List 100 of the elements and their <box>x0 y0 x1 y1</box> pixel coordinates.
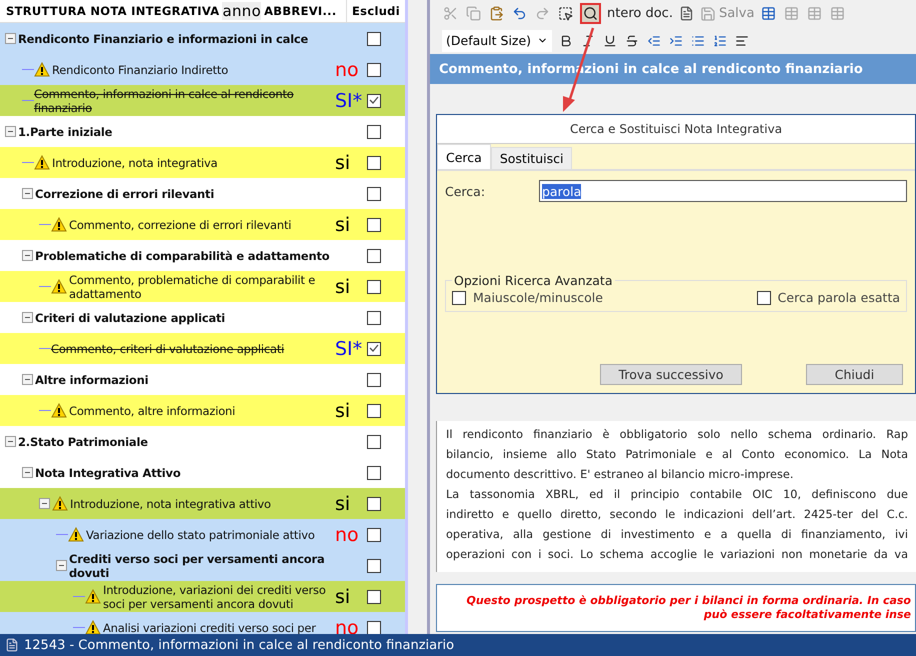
tree-row[interactable]: Introduzione, nota integrativa attivo si <box>0 488 405 519</box>
column-header: STRUTTURA NOTA INTEGRATIVA <box>5 4 220 18</box>
tree-item-label: Commento, altre informazioni <box>69 404 236 418</box>
font-size-dropdown[interactable]: (Default Size) <box>442 30 552 52</box>
document-text: operativa, alla gestione di investimento e a quella di finanziamento, ivi <box>446 527 908 543</box>
exclude-checkbox[interactable] <box>367 372 381 386</box>
tree-item-label: Nota Integrativa Attivo <box>35 466 182 480</box>
exclude-checkbox[interactable] <box>367 186 381 200</box>
tree-row[interactable]: Commento, altre informazioni si <box>0 395 405 426</box>
exclude-checkbox[interactable] <box>367 496 381 510</box>
tree-row[interactable]: Crediti verso soci per versamenti ancora dovuti <box>0 550 405 581</box>
collapse-icon[interactable] <box>5 436 16 447</box>
collapse-icon[interactable] <box>5 33 16 44</box>
collapse-icon[interactable] <box>39 498 50 509</box>
tab[interactable]: Cerca <box>437 144 491 169</box>
exclude-checkbox[interactable] <box>367 342 381 356</box>
dialog-button[interactable]: Trova successivo <box>600 364 742 385</box>
tree-item-label: Rendiconto Finanziario e informazioni in calce <box>18 32 310 46</box>
table-icon[interactable] <box>760 5 778 22</box>
tree-item-label: Commento, informazioni in calce al rendiconto finanziario <box>34 86 295 114</box>
column-header: Escludi <box>346 0 405 22</box>
search-field[interactable]: parola <box>539 180 907 202</box>
tree-row[interactable]: Commento, correzione di errori rilevanti si <box>0 209 405 240</box>
search-icon[interactable] <box>580 3 601 24</box>
exclude-checkbox[interactable] <box>367 404 381 418</box>
status-label: SI* <box>335 90 364 112</box>
exclude-checkbox[interactable] <box>367 620 381 634</box>
collapse-icon[interactable] <box>22 467 33 478</box>
option-label: Cerca parola esatta <box>778 290 900 305</box>
collapse-icon[interactable] <box>22 312 33 323</box>
warning-icon <box>51 217 67 232</box>
warning-icon <box>34 155 50 170</box>
tree-item-label: Altre informazioni <box>35 372 150 386</box>
exclude-checkbox[interactable] <box>367 528 381 542</box>
status-label: no <box>335 524 360 546</box>
status-label: SI* <box>335 338 364 360</box>
tree-item-label: Variazione dello stato patrimoniale attivo <box>86 528 316 542</box>
whole-document-button[interactable]: ntero doc. <box>607 6 673 21</box>
undo-icon[interactable] <box>511 5 528 22</box>
status-text: 12543 - Commento, informazioni in calce al rendiconto finanziario <box>24 638 454 652</box>
option-checkbox[interactable] <box>452 290 466 304</box>
exclude-checkbox[interactable] <box>367 434 381 448</box>
tooltip: anno <box>222 2 262 20</box>
tree-row[interactable]: Variazione dello stato patrimoniale attivo no <box>0 519 405 550</box>
exclude-checkbox[interactable] <box>367 156 381 170</box>
exclude-checkbox[interactable] <box>367 280 381 294</box>
tree-item-label: Analisi variazioni crediti verso soci per <box>103 620 317 634</box>
collapse-icon[interactable] <box>22 374 33 385</box>
notice-text: può essere facoltativamente inse <box>702 608 912 622</box>
tree-item-label: Crediti verso soci per versamenti ancora dovuti <box>69 552 326 580</box>
exclude-checkbox[interactable] <box>367 466 381 480</box>
tree-row[interactable]: Commento, criteri di valutazione applicati SI* <box>0 333 405 364</box>
tree-row[interactable]: Introduzione, variazioni dei crediti verso soci per versamenti ancora dovuti si <box>0 581 405 612</box>
document-text: La tassonomia XBRL, ed il principio contabile OIC 10, definiscono due <box>446 487 908 503</box>
dialog-button[interactable]: Chiudi <box>806 364 903 385</box>
tree-row[interactable]: Analisi variazioni crediti verso soci per no <box>0 612 405 634</box>
save-icon <box>700 6 716 22</box>
document-text: indiretto e quello diretto, secondo le indicazioni dell’art. 2425-ter del C.c. <box>446 507 908 523</box>
exclude-checkbox[interactable] <box>367 248 381 262</box>
warning-icon <box>85 589 101 604</box>
collapse-icon[interactable] <box>22 250 33 261</box>
collapse-icon[interactable] <box>5 126 16 137</box>
select-icon[interactable] <box>557 5 574 22</box>
collapse-icon[interactable] <box>22 188 33 199</box>
dialog-title: Cerca e Sostituisci Nota Integrativa <box>437 115 915 144</box>
tree-item-label: Introduzione, nota integrativa attivo <box>70 496 272 510</box>
tree-item-label: 1.Parte iniziale <box>18 124 114 138</box>
status-label: si <box>335 400 352 422</box>
paste-icon[interactable] <box>488 5 505 22</box>
tree-item-label: Introduzione, nota integrativa <box>52 156 218 170</box>
tree-item-label: Rendiconto Finanziario Indiretto <box>52 62 230 76</box>
column-header: ABBREVI... <box>264 4 338 18</box>
exclude-checkbox[interactable] <box>367 310 381 324</box>
notice-text: Questo prospetto è obbligatorio per i bilanci in forma ordinaria. In caso <box>465 594 912 608</box>
document-text: bilancio, insieme allo Stato Patrimoniale e al Conto economico. La Nota <box>446 447 908 463</box>
status-label: si <box>335 276 352 298</box>
tree-row[interactable]: Introduzione, nota integrativa si <box>0 147 405 178</box>
exclude-checkbox[interactable] <box>367 32 381 46</box>
exclude-checkbox[interactable] <box>367 218 381 232</box>
exclude-checkbox[interactable] <box>367 590 381 604</box>
tree-row[interactable]: Commento, informazioni in calce al rendiconto finanziario SI* <box>0 85 405 116</box>
tree-item-label: Commento, criteri di valutazione applicati <box>51 342 286 356</box>
document-icon <box>5 638 19 652</box>
tree-row[interactable]: Rendiconto Finanziario Indiretto no <box>0 54 405 85</box>
exclude-checkbox[interactable] <box>367 94 381 108</box>
exclude-checkbox[interactable] <box>367 62 381 76</box>
exclude-checkbox[interactable] <box>367 124 381 138</box>
warning-icon <box>51 279 67 294</box>
tree-item-label: Problematiche di comparabilità e adattamento <box>35 248 330 262</box>
option-checkbox[interactable] <box>756 290 771 304</box>
collapse-icon[interactable] <box>56 560 67 571</box>
status-label: si <box>335 492 352 514</box>
tree-item-label: Commento, problematiche di comparabilit e adattamento <box>69 272 316 300</box>
tree-item-label: Introduzione, variazioni dei crediti verso soci per versamenti ancora dovuti <box>103 582 327 610</box>
status-label: si <box>335 214 352 236</box>
warning-icon <box>52 496 68 511</box>
tab[interactable]: Sostituisci <box>490 147 572 169</box>
exclude-checkbox[interactable] <box>367 558 381 572</box>
tree-row[interactable]: Commento, problematiche di comparabilit e adattamento si <box>0 271 405 302</box>
tree-row[interactable]: Rendiconto Finanziario e informazioni in calce <box>0 23 405 54</box>
